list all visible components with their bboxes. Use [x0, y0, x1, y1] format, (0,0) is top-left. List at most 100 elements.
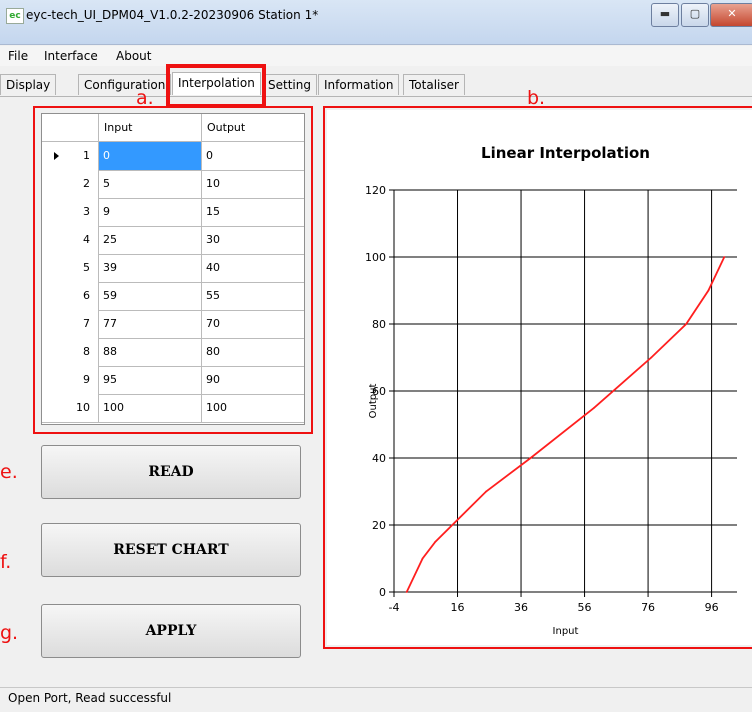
table-row[interactable]: 6 59 55 — [42, 282, 304, 311]
output-cell[interactable]: 0 — [202, 142, 304, 170]
maximize-button[interactable]: ▢ — [681, 3, 709, 27]
data-point — [485, 490, 488, 493]
status-text: Open Port, Read successful — [8, 691, 172, 705]
table-row[interactable]: 100 — [42, 142, 304, 171]
y-tick-label: 120 — [365, 184, 386, 197]
input-cell[interactable]: 100 — [99, 394, 202, 422]
row-number[interactable]: 7 — [42, 310, 99, 338]
tab-totaliser[interactable]: Totaliser — [403, 74, 465, 95]
x-axis-label: Input — [553, 626, 579, 637]
tab-pane-border — [0, 96, 752, 97]
callout-e: e. — [0, 461, 18, 483]
status-bar: Open Port, Read successful — [0, 687, 752, 712]
callout-g: g. — [0, 622, 19, 644]
reset-chart-button[interactable]: RESET CHART — [41, 523, 301, 577]
tab-setting[interactable]: Setting — [262, 74, 317, 95]
table-row[interactable]: 4 25 30 — [42, 226, 304, 255]
row-header-corner — [42, 114, 99, 141]
y-tick-label: 40 — [372, 452, 386, 465]
table-row[interactable]: 3 9 15 — [42, 198, 304, 227]
x-tick-label: 56 — [578, 601, 592, 614]
tab-information[interactable]: Information — [318, 74, 400, 95]
y-axis-label: Output — [368, 384, 379, 419]
input-cell[interactable]: 77 — [99, 310, 202, 338]
input-cell[interactable]: 39 — [99, 254, 202, 282]
input-cell[interactable]: 0 — [99, 142, 202, 170]
x-tick-label: 76 — [641, 601, 655, 614]
column-header-input[interactable]: Input — [99, 114, 202, 141]
row-number[interactable]: 4 — [42, 226, 99, 254]
row-number[interactable]: 3 — [42, 198, 99, 226]
output-cell[interactable]: 15 — [202, 198, 304, 226]
x-tick-label: 96 — [705, 601, 719, 614]
app-icon: ec — [6, 8, 24, 24]
y-tick-label: 80 — [372, 318, 386, 331]
tab-configuration[interactable]: Configuration — [78, 74, 172, 95]
x-tick-label: 36 — [514, 601, 528, 614]
input-cell[interactable]: 9 — [99, 198, 202, 226]
menu-about[interactable]: About — [116, 49, 151, 63]
table-row[interactable]: 5 39 40 — [42, 254, 304, 283]
data-point — [650, 356, 653, 359]
menu-bar: File Interface About — [0, 46, 752, 66]
window-title: eyc-tech_UI_DPM04_V1.0.2-20230906 Statio… — [26, 8, 319, 22]
x-tick-label: 16 — [451, 601, 465, 614]
data-point — [707, 289, 710, 292]
table-row[interactable]: 8 88 80 — [42, 338, 304, 367]
interpolation-table: Input Output 1 0 0 2 5 10 3 9 15 4 25 30 5 39 40 6 59 55 7… — [41, 113, 305, 425]
interpolation-chart: Linear Interpolation-4 16 36 56 76 9602040608… — [365, 144, 737, 637]
read-button[interactable]: READ — [41, 445, 301, 499]
output-cell[interactable]: 55 — [202, 282, 304, 310]
y-tick-label: 100 — [365, 251, 386, 264]
column-header-output[interactable]: Output — [202, 114, 304, 141]
input-cell[interactable]: 25 — [99, 226, 202, 254]
table-header: Input Output — [42, 114, 304, 142]
table-row[interactable]: 2 5 10 — [42, 170, 304, 199]
data-point — [685, 323, 688, 325]
minimize-button[interactable]: ▬ — [651, 3, 679, 27]
data-point — [434, 540, 437, 543]
highlight-interpolation-tab — [166, 64, 266, 108]
row-number[interactable]: 10 — [42, 394, 99, 422]
output-cell[interactable]: 100 — [202, 394, 304, 422]
table-row[interactable]: 7 77 70 — [42, 310, 304, 339]
row-number[interactable]: 6 — [42, 282, 99, 310]
output-cell[interactable]: 10 — [202, 170, 304, 198]
y-tick-label: 0 — [379, 586, 386, 599]
output-cell[interactable]: 80 — [202, 338, 304, 366]
apply-button[interactable]: APPLY — [41, 604, 301, 658]
input-cell[interactable]: 5 — [99, 170, 202, 198]
row-number[interactable]: 9 — [42, 366, 99, 394]
table-row[interactable]: 10 100 100 — [42, 394, 304, 423]
tab-display[interactable]: Display — [0, 74, 57, 95]
menu-file[interactable]: File — [8, 49, 28, 63]
data-point — [593, 406, 595, 409]
row-number[interactable]: 8 — [42, 338, 99, 366]
callout-a: a. — [136, 87, 154, 109]
minimize-icon: ▬ — [659, 7, 671, 20]
output-cell[interactable]: 90 — [202, 366, 304, 394]
output-cell[interactable]: 70 — [202, 310, 304, 338]
callout-b: b. — [527, 87, 546, 109]
menu-interface[interactable]: Interface — [44, 49, 98, 63]
series-line — [405, 256, 726, 593]
input-cell[interactable]: 95 — [99, 366, 202, 394]
row-number[interactable]: 5 — [42, 254, 99, 282]
table-row[interactable]: 9 95 90 — [42, 366, 304, 395]
data-point — [723, 256, 726, 258]
row-number[interactable]: 2 — [42, 170, 99, 198]
data-point — [405, 591, 408, 593]
chart-title: Linear Interpolation — [481, 144, 650, 162]
data-point — [529, 457, 532, 459]
input-cell[interactable]: 59 — [99, 282, 202, 310]
close-button[interactable]: ✕ — [710, 3, 752, 27]
output-cell[interactable]: 30 — [202, 226, 304, 254]
current-row-indicator-icon — [54, 152, 59, 160]
y-tick-label: 20 — [372, 519, 386, 532]
output-cell[interactable]: 40 — [202, 254, 304, 282]
x-tick-label: -4 — [389, 601, 400, 614]
row-number[interactable]: 1 — [42, 142, 99, 170]
callout-f: f. — [0, 551, 12, 573]
maximize-icon: ▢ — [689, 7, 701, 20]
input-cell[interactable]: 88 — [99, 338, 202, 366]
